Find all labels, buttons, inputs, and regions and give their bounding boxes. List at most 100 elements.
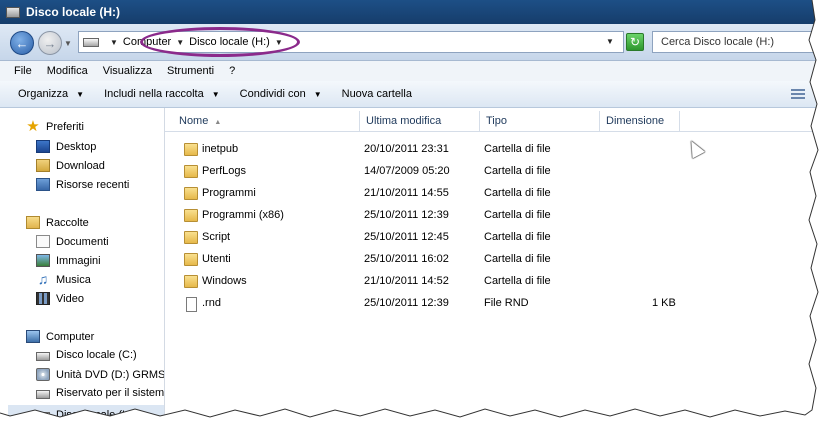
- menu-bar: File Modifica Visualizza Strumenti ?: [0, 61, 821, 81]
- nav-item-label: Download: [56, 159, 105, 172]
- table-row[interactable]: PerfLogs 14/07/2009 05:20 Cartella di fi…: [165, 162, 821, 182]
- file-type: Cartella di file: [484, 209, 551, 221]
- file-type: Cartella di file: [484, 275, 551, 287]
- drive-icon: [36, 389, 50, 399]
- address-row: ← → ▼ ▼ Computer ▼ Disco locale (H:) ▼ ▼…: [0, 24, 821, 61]
- menu-tools[interactable]: Strumenti: [167, 65, 214, 77]
- nav-item-pictures[interactable]: Immagini: [36, 254, 101, 267]
- folder-icon: [184, 143, 198, 156]
- share-with-button[interactable]: Condividi con ▼: [240, 88, 322, 100]
- nav-item-label: Documenti: [56, 235, 109, 248]
- nav-item-label: Video: [56, 292, 84, 305]
- file-type: Cartella di file: [484, 231, 551, 243]
- nav-item-label: Risorse recenti: [56, 178, 130, 191]
- folder-icon: [184, 209, 198, 222]
- nav-item-drive-c[interactable]: Disco locale (C:): [36, 349, 137, 361]
- file-name: inetpub: [202, 143, 239, 155]
- file-name: Windows: [202, 275, 247, 287]
- nav-item-download[interactable]: Download: [36, 159, 105, 172]
- file-modified: 25/10/2011 12:39: [364, 297, 449, 309]
- nav-libraries[interactable]: Raccolte: [26, 216, 89, 229]
- table-row[interactable]: inetpub 20/10/2011 23:31 Cartella di fil…: [165, 140, 821, 160]
- recent-places-icon: [36, 178, 50, 191]
- table-row[interactable]: Utenti 25/10/2011 16:02 Cartella di file: [165, 250, 821, 270]
- menu-help[interactable]: ?: [229, 65, 235, 77]
- command-bar: Organizza ▼ Includi nella raccolta ▼ Con…: [0, 81, 821, 108]
- address-dropdown-icon[interactable]: ▼: [606, 37, 614, 46]
- nav-computer-label: Computer: [46, 330, 95, 343]
- column-header-modified[interactable]: Ultima modifica: [360, 111, 480, 131]
- drive-icon: [36, 351, 50, 361]
- menu-edit[interactable]: Modifica: [47, 65, 88, 77]
- file-type: Cartella di file: [484, 165, 551, 177]
- nav-item-label: Musica: [56, 273, 91, 286]
- table-row[interactable]: .rnd 25/10/2011 12:39 File RND 1 KB: [165, 294, 821, 314]
- file-name: Script: [202, 231, 231, 243]
- navigation-pane: ★ Preferiti Desktop Download Risorse rec…: [0, 108, 165, 425]
- nav-item-desktop[interactable]: Desktop: [36, 140, 96, 153]
- file-modified: 21/10/2011 14:55: [364, 187, 449, 199]
- file-name: Programmi: [202, 187, 256, 199]
- drive-icon: [83, 37, 99, 47]
- nav-item-label: Immagini: [56, 254, 101, 267]
- computer-icon: [26, 330, 40, 343]
- file-modified: 25/10/2011 16:02: [364, 253, 449, 265]
- nav-item-documents[interactable]: Documenti: [36, 235, 109, 248]
- music-note-icon: ♫: [37, 271, 49, 287]
- new-folder-button[interactable]: Nuova cartella: [342, 88, 412, 100]
- star-icon: ★: [26, 118, 40, 135]
- recent-pages-dropdown-icon[interactable]: ▼: [64, 39, 72, 48]
- nav-favorites-label: Preferiti: [46, 120, 84, 133]
- column-header-type[interactable]: Tipo: [480, 111, 600, 131]
- nav-item-system-reserved[interactable]: Riservato per il sistema: [36, 387, 165, 399]
- chevron-down-icon: ▼: [211, 89, 220, 99]
- folder-icon: [184, 187, 198, 200]
- drive-icon: [36, 411, 50, 421]
- dvd-drive-icon: [36, 368, 50, 381]
- nav-item-label: Riservato per il sistema: [56, 387, 165, 399]
- organize-button[interactable]: Organizza ▼: [18, 88, 84, 100]
- table-row[interactable]: Windows 21/10/2011 14:52 Cartella di fil…: [165, 272, 821, 292]
- forward-button[interactable]: →: [38, 31, 62, 55]
- folder-icon: [184, 231, 198, 244]
- share-label: Condividi con: [239, 88, 306, 100]
- file-modified: 25/10/2011 12:39: [364, 209, 449, 221]
- menu-file[interactable]: File: [14, 65, 32, 77]
- folder-icon: [184, 253, 198, 266]
- library-icon: [26, 216, 40, 229]
- column-name-label: Nome: [179, 115, 209, 127]
- column-header-row: Nome ▲ Ultima modifica Tipo Dimensione: [165, 111, 821, 132]
- nav-item-dvd-d[interactable]: Unità DVD (D:) GRMSX: [36, 368, 164, 381]
- chevron-down-icon: ▼: [76, 89, 85, 99]
- column-header-size[interactable]: Dimensione: [600, 111, 680, 131]
- column-type-label: Tipo: [486, 115, 507, 127]
- column-header-name[interactable]: Nome ▲: [173, 111, 360, 131]
- file-icon: [186, 297, 197, 312]
- nav-item-music[interactable]: ♫ Musica: [36, 271, 91, 287]
- drive-icon: [6, 6, 20, 18]
- back-button[interactable]: ←: [10, 31, 34, 55]
- nav-item-videos[interactable]: Video: [36, 292, 84, 305]
- table-row[interactable]: Script 25/10/2011 12:45 Cartella di file: [165, 228, 821, 248]
- nav-computer[interactable]: Computer: [26, 330, 94, 343]
- download-folder-icon: [36, 159, 50, 172]
- file-list: Nome ▲ Ultima modifica Tipo Dimensione in…: [165, 108, 821, 425]
- nav-libraries-label: Raccolte: [46, 216, 89, 229]
- chevron-down-icon[interactable]: ▼: [110, 38, 118, 47]
- table-row[interactable]: Programmi 21/10/2011 14:55 Cartella di f…: [165, 184, 821, 204]
- file-name: Programmi (x86): [202, 209, 284, 221]
- column-modified-label: Ultima modifica: [366, 115, 442, 127]
- menu-view[interactable]: Visualizza: [103, 65, 152, 77]
- nav-favorites[interactable]: ★ Preferiti: [26, 118, 84, 135]
- column-size-label: Dimensione: [606, 115, 665, 127]
- nav-item-recent[interactable]: Risorse recenti: [36, 178, 129, 191]
- refresh-button[interactable]: ↻: [626, 33, 644, 51]
- search-input[interactable]: Cerca Disco locale (H:): [652, 31, 821, 53]
- pictures-icon: [36, 254, 50, 267]
- include-in-library-button[interactable]: Includi nella raccolta ▼: [104, 88, 220, 100]
- nav-item-drive-h[interactable]: Disco locale (H:): [8, 405, 164, 425]
- view-options-icon[interactable]: [791, 89, 805, 100]
- folder-icon: [184, 275, 198, 288]
- table-row[interactable]: Programmi (x86) 25/10/2011 12:39 Cartell…: [165, 206, 821, 226]
- file-name: PerfLogs: [202, 165, 247, 177]
